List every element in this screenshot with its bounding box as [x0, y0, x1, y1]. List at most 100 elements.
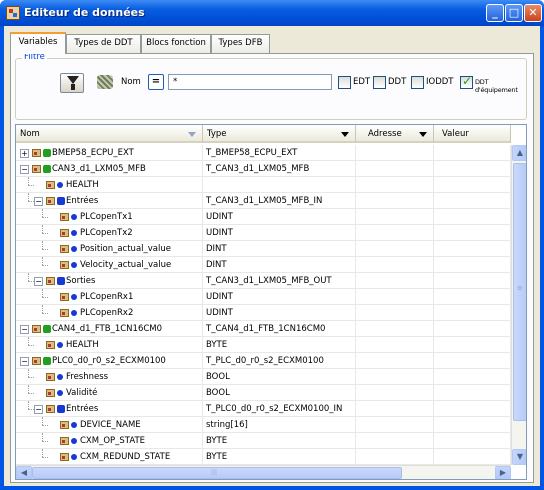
- tab-ddt-types[interactable]: Types de DDT: [66, 34, 141, 53]
- collapse-icon[interactable]: −: [34, 277, 43, 286]
- device-ddt-checkbox[interactable]: [460, 74, 473, 89]
- value-cell[interactable]: [434, 385, 511, 401]
- type-cell[interactable]: UDINT: [203, 209, 356, 225]
- table-row[interactable]: − Entrées T_PLC0_d0_r0_s2_ECXM0100_IN: [16, 401, 511, 417]
- table-row[interactable]: Position_actual_value DINT: [16, 241, 511, 257]
- scroll-left-button[interactable]: ◀: [16, 466, 32, 479]
- type-cell[interactable]: BYTE: [203, 337, 356, 353]
- value-cell[interactable]: [434, 241, 511, 257]
- type-cell[interactable]: UDINT: [203, 305, 356, 321]
- value-cell[interactable]: [434, 401, 511, 417]
- table-row[interactable]: − CAN4_d1_FTB_1CN16CM0 T_CAN4_d1_FTB_1CN16…: [16, 321, 511, 337]
- table-row[interactable]: PLCopenRx2 UDINT: [16, 305, 511, 321]
- address-cell[interactable]: [356, 337, 434, 353]
- type-cell[interactable]: string[16]: [203, 417, 356, 433]
- value-cell[interactable]: [434, 177, 511, 193]
- type-cell[interactable]: BYTE: [203, 433, 356, 449]
- filter-settings-button[interactable]: [94, 73, 118, 93]
- type-cell[interactable]: T_CAN3_d1_LXM05_MFB: [203, 161, 356, 177]
- address-cell[interactable]: [356, 145, 434, 161]
- address-cell[interactable]: [356, 417, 434, 433]
- minimize-button[interactable]: _: [486, 4, 504, 22]
- value-cell[interactable]: [434, 433, 511, 449]
- collapse-icon[interactable]: −: [20, 325, 29, 334]
- address-cell[interactable]: [356, 433, 434, 449]
- value-cell[interactable]: [434, 417, 511, 433]
- name-filter-input[interactable]: *: [168, 74, 332, 90]
- address-cell[interactable]: [356, 193, 434, 209]
- type-cell[interactable]: BOOL: [203, 385, 356, 401]
- value-cell[interactable]: [434, 321, 511, 337]
- type-cell[interactable]: BOOL: [203, 369, 356, 385]
- value-cell[interactable]: [434, 369, 511, 385]
- address-cell[interactable]: [356, 257, 434, 273]
- ioddt-checkbox[interactable]: [411, 76, 424, 89]
- address-cell[interactable]: [356, 353, 434, 369]
- type-cell[interactable]: UDINT: [203, 289, 356, 305]
- table-row[interactable]: PLCopenTx2 UDINT: [16, 225, 511, 241]
- table-row[interactable]: Velocity_actual_value DINT: [16, 257, 511, 273]
- maximize-button[interactable]: □: [505, 4, 523, 22]
- type-cell[interactable]: T_PLC_d0_r0_s2_ECXM0100: [203, 353, 356, 369]
- column-header-value[interactable]: Valeur: [434, 125, 511, 143]
- value-cell[interactable]: [434, 273, 511, 289]
- collapse-icon[interactable]: −: [34, 197, 43, 206]
- close-button[interactable]: ✕: [524, 4, 542, 22]
- table-row[interactable]: CXM_REDUND_STATE BYTE: [16, 449, 511, 465]
- type-cell[interactable]: DINT: [203, 241, 356, 257]
- table-row[interactable]: PLCopenRx1 UDINT: [16, 289, 511, 305]
- table-row[interactable]: + BMEP58_ECPU_EXT T_BMEP58_ECPU_EXT: [16, 145, 511, 161]
- address-cell[interactable]: [356, 241, 434, 257]
- column-header-name[interactable]: Nom: [16, 125, 203, 143]
- collapse-icon[interactable]: −: [20, 165, 29, 174]
- collapse-icon[interactable]: −: [20, 357, 29, 366]
- address-cell[interactable]: [356, 449, 434, 465]
- table-row[interactable]: HEALTH BYTE: [16, 337, 511, 353]
- value-cell[interactable]: [434, 305, 511, 321]
- type-cell[interactable]: UDINT: [203, 225, 356, 241]
- table-row[interactable]: − Sorties T_CAN3_d1_LXM05_MFB_OUT: [16, 273, 511, 289]
- address-cell[interactable]: [356, 401, 434, 417]
- table-row[interactable]: − CAN3_d1_LXM05_MFB T_CAN3_d1_LXM05_MFB: [16, 161, 511, 177]
- type-cell[interactable]: [203, 177, 356, 193]
- table-row[interactable]: DEVICE_NAME string[16]: [16, 417, 511, 433]
- table-row[interactable]: CXM_OP_STATE BYTE: [16, 433, 511, 449]
- scroll-down-button[interactable]: ▼: [512, 449, 526, 465]
- column-header-address[interactable]: Adresse: [356, 125, 434, 143]
- type-cell[interactable]: DINT: [203, 257, 356, 273]
- table-row[interactable]: Validité BOOL: [16, 385, 511, 401]
- address-cell[interactable]: [356, 177, 434, 193]
- tab-dfb-types[interactable]: Types DFB: [211, 34, 270, 53]
- address-cell[interactable]: [356, 369, 434, 385]
- address-cell[interactable]: [356, 209, 434, 225]
- table-row[interactable]: PLCopenTx1 UDINT: [16, 209, 511, 225]
- address-cell[interactable]: [356, 289, 434, 305]
- address-cell[interactable]: [356, 385, 434, 401]
- value-cell[interactable]: [434, 257, 511, 273]
- value-cell[interactable]: [434, 449, 511, 465]
- column-header-type[interactable]: Type: [203, 125, 356, 143]
- vertical-scrollbar[interactable]: ▲ ≡ ▼: [511, 145, 526, 465]
- table-row[interactable]: Freshness BOOL: [16, 369, 511, 385]
- filter-toggle-button[interactable]: [60, 73, 84, 93]
- value-cell[interactable]: [434, 193, 511, 209]
- address-cell[interactable]: [356, 305, 434, 321]
- equals-button[interactable]: =: [148, 74, 164, 90]
- value-cell[interactable]: [434, 353, 511, 369]
- address-cell[interactable]: [356, 321, 434, 337]
- table-row[interactable]: HEALTH: [16, 177, 511, 193]
- value-cell[interactable]: [434, 337, 511, 353]
- value-cell[interactable]: [434, 161, 511, 177]
- value-cell[interactable]: [434, 225, 511, 241]
- vertical-scroll-thumb[interactable]: ≡: [513, 163, 526, 421]
- tab-variables[interactable]: Variables: [10, 32, 66, 54]
- value-cell[interactable]: [434, 289, 511, 305]
- type-cell[interactable]: T_PLC0_d0_r0_s2_ECXM0100_IN: [203, 401, 356, 417]
- edt-checkbox[interactable]: [338, 76, 351, 89]
- value-cell[interactable]: [434, 145, 511, 161]
- type-cell[interactable]: T_CAN3_d1_LXM05_MFB_OUT: [203, 273, 356, 289]
- address-cell[interactable]: [356, 273, 434, 289]
- tab-function-blocks[interactable]: Blocs fonction: [141, 34, 211, 53]
- table-row[interactable]: − Entrées T_CAN3_d1_LXM05_MFB_IN: [16, 193, 511, 209]
- scroll-right-button[interactable]: ▶: [495, 466, 511, 479]
